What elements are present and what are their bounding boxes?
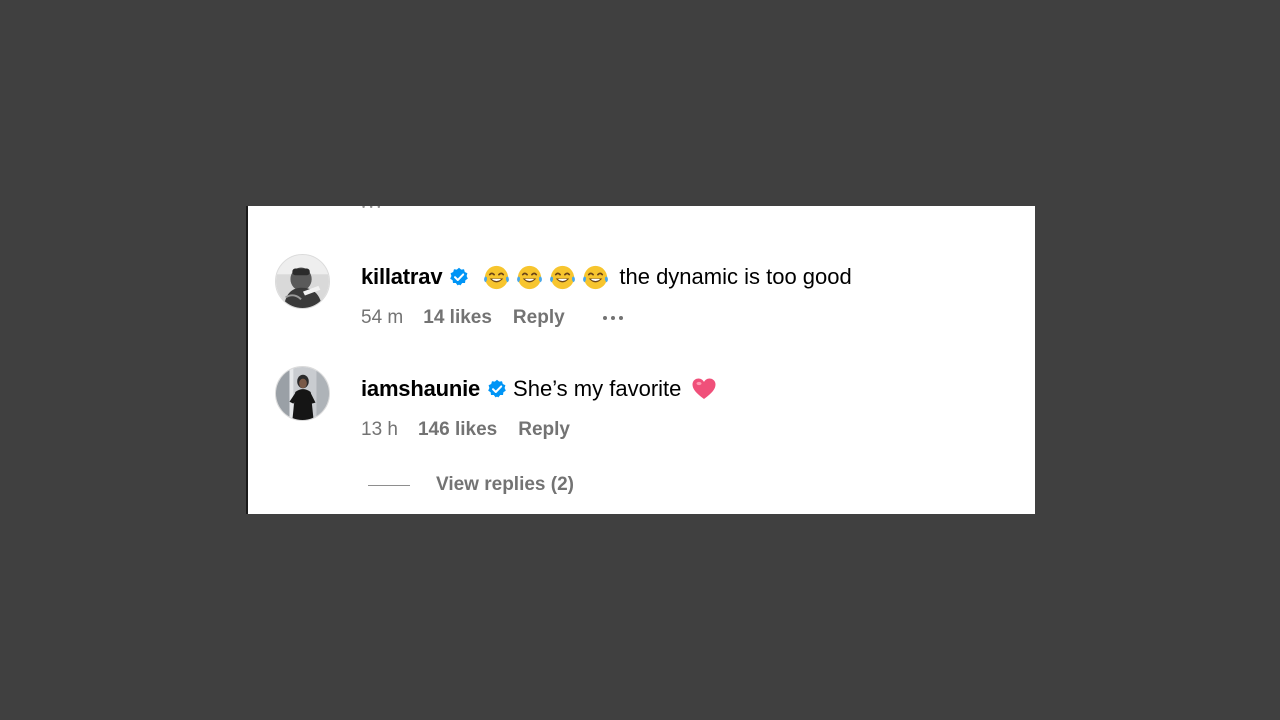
emoji-group xyxy=(483,264,609,291)
reply-button[interactable]: Reply xyxy=(518,419,570,441)
dot xyxy=(602,316,607,320)
comment-body: killatrav the dynamic is too good xyxy=(361,263,852,291)
avatar[interactable] xyxy=(275,254,330,309)
face-with-tears-of-joy-icon xyxy=(484,265,510,289)
comment-meta: 13 h 146 likes Reply xyxy=(361,419,570,441)
dot xyxy=(610,316,615,320)
panel-left-border xyxy=(246,206,248,514)
view-replies-button[interactable]: View replies (2) xyxy=(368,474,574,496)
avatar-photo xyxy=(276,255,329,308)
verified-badge-icon xyxy=(450,267,469,286)
verified-badge-icon xyxy=(488,379,506,398)
username-link[interactable]: iamshaunie xyxy=(361,375,480,403)
avatar-photo xyxy=(276,367,329,420)
likes-count[interactable]: 14 likes xyxy=(423,307,492,329)
replies-divider-line xyxy=(368,484,410,486)
face-with-tears-of-joy-icon xyxy=(517,265,543,289)
comment-text: She’s my favorite xyxy=(513,376,682,401)
face-with-tears-of-joy-icon xyxy=(550,265,576,289)
timestamp[interactable]: 54 m xyxy=(361,307,403,329)
clipped-more-menu: • • • xyxy=(362,206,382,212)
face-with-tears-of-joy-icon xyxy=(583,265,609,289)
view-replies-label: View replies (2) xyxy=(436,474,574,495)
comment-body: iamshaunie She’s my favorite xyxy=(361,375,717,403)
pink-heart-icon xyxy=(692,378,716,399)
comment-text: the dynamic is too good xyxy=(619,264,852,289)
comment-meta: 54 m 14 likes Reply xyxy=(361,307,623,329)
dot xyxy=(618,316,623,320)
more-options-icon[interactable] xyxy=(602,316,623,320)
timestamp[interactable]: 13 h xyxy=(361,419,398,441)
username-link[interactable]: killatrav xyxy=(361,263,443,291)
comments-panel: • • • killatrav the dynamic is too good … xyxy=(246,206,1035,514)
avatar[interactable] xyxy=(275,366,330,421)
reply-button[interactable]: Reply xyxy=(513,307,565,329)
likes-count[interactable]: 146 likes xyxy=(418,419,497,441)
